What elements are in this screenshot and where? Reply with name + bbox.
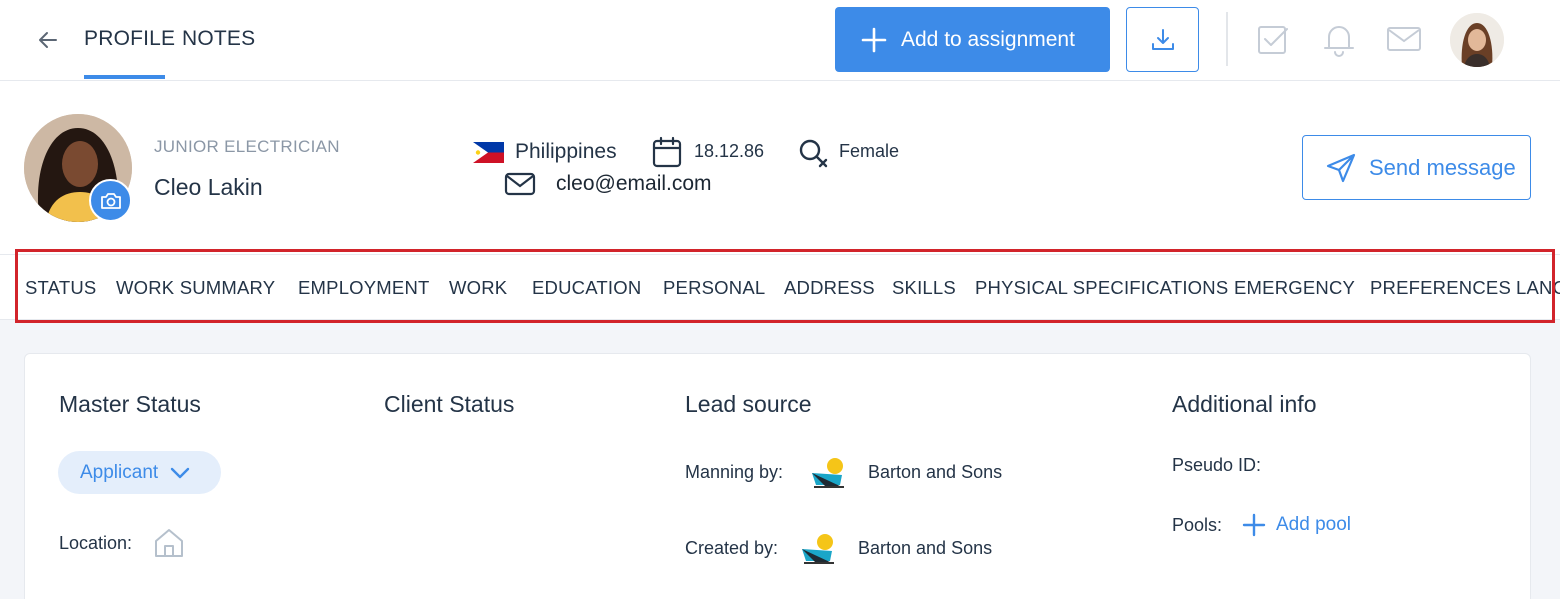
toolbar-divider: [1226, 12, 1228, 66]
pseudo-id-label: Pseudo ID:: [1172, 455, 1262, 475]
country: Philippines: [515, 140, 617, 163]
send-message-button[interactable]: Send message: [1302, 135, 1531, 200]
created-by-label: Created by:: [685, 538, 779, 558]
philippines-flag-icon: [473, 142, 504, 163]
plus-icon: [861, 27, 887, 52]
tasks-checkbox-icon[interactable]: [1255, 20, 1293, 58]
add-pool-button[interactable]: Add pool: [1242, 513, 1351, 537]
add-to-assignment-label: Add to assignment: [901, 27, 1075, 51]
section-tabs: STATUS WORK SUMMARY EMPLOYMENT WORK EDUC…: [0, 254, 1560, 320]
tab-skills[interactable]: SKILLS: [892, 277, 956, 299]
gender-icon: [799, 139, 828, 168]
camera-icon: [100, 192, 121, 209]
tab-work[interactable]: WORK: [449, 277, 507, 299]
calendar-icon: [652, 136, 682, 168]
created-by-value: Barton and Sons: [858, 538, 993, 558]
tab-work-summary[interactable]: WORK SUMMARY: [116, 277, 275, 299]
location-label: Location:: [59, 533, 133, 553]
tab-notes[interactable]: NOTES: [182, 27, 255, 51]
job-title: JUNIOR ELECTRICIAN: [154, 137, 340, 156]
client-status-heading: Client Status: [384, 391, 515, 417]
tab-preferences[interactable]: PREFERENCES: [1370, 277, 1511, 299]
add-pool-label: Add pool: [1276, 514, 1352, 535]
additional-info-heading: Additional info: [1172, 391, 1317, 417]
back-arrow-icon[interactable]: [34, 26, 62, 54]
paper-plane-icon: [1326, 153, 1356, 182]
tab-education[interactable]: EDUCATION: [532, 277, 641, 299]
mail-icon[interactable]: [1385, 20, 1423, 58]
plus-icon: [1242, 513, 1266, 537]
master-status-heading: Master Status: [59, 391, 201, 417]
send-message-label: Send message: [1369, 154, 1516, 180]
date-of-birth: 18.12.86: [694, 141, 765, 161]
tab-status[interactable]: STATUS: [25, 277, 96, 299]
change-photo-button[interactable]: [89, 179, 132, 222]
download-icon: [1151, 28, 1174, 50]
tab-address[interactable]: ADDRESS: [784, 277, 875, 299]
bell-icon[interactable]: [1320, 20, 1358, 58]
chevron-down-icon: [170, 467, 190, 478]
email-icon: [504, 172, 536, 196]
user-avatar[interactable]: [1450, 13, 1504, 67]
company-logo-icon: [812, 458, 844, 488]
manning-by-value: Barton and Sons: [868, 462, 1003, 482]
tab-physical-specifications[interactable]: PHYSICAL SPECIFICATIONS: [975, 277, 1228, 299]
manning-by-label: Manning by:: [685, 462, 784, 482]
tab-employment[interactable]: EMPLOYMENT: [298, 277, 430, 299]
user-avatar-image: [1450, 13, 1504, 67]
profile-header: JUNIOR ELECTRICIAN Cleo Lakin Philippine…: [0, 81, 1560, 254]
master-status-dropdown[interactable]: Applicant: [58, 451, 221, 494]
tab-personal[interactable]: PERSONAL: [663, 277, 765, 299]
pools-label: Pools:: [1172, 515, 1223, 535]
home-icon[interactable]: [153, 527, 185, 559]
email-address[interactable]: cleo@email.com: [556, 172, 712, 196]
active-tab-indicator: [84, 75, 165, 79]
tab-languages[interactable]: LANG: [1516, 277, 1560, 299]
add-to-assignment-button[interactable]: Add to assignment: [835, 7, 1110, 72]
download-button[interactable]: [1126, 7, 1199, 72]
company-logo-icon: [802, 534, 834, 564]
gender: Female: [839, 141, 900, 161]
top-bar: PROFILE NOTES Add to assignment: [0, 0, 1560, 81]
tab-profile[interactable]: PROFILE: [84, 27, 175, 51]
candidate-name: Cleo Lakin: [154, 174, 263, 200]
lead-source-heading: Lead source: [685, 391, 812, 417]
tab-emergency[interactable]: EMERGENCY: [1234, 277, 1355, 299]
master-status-value: Applicant: [80, 461, 159, 483]
